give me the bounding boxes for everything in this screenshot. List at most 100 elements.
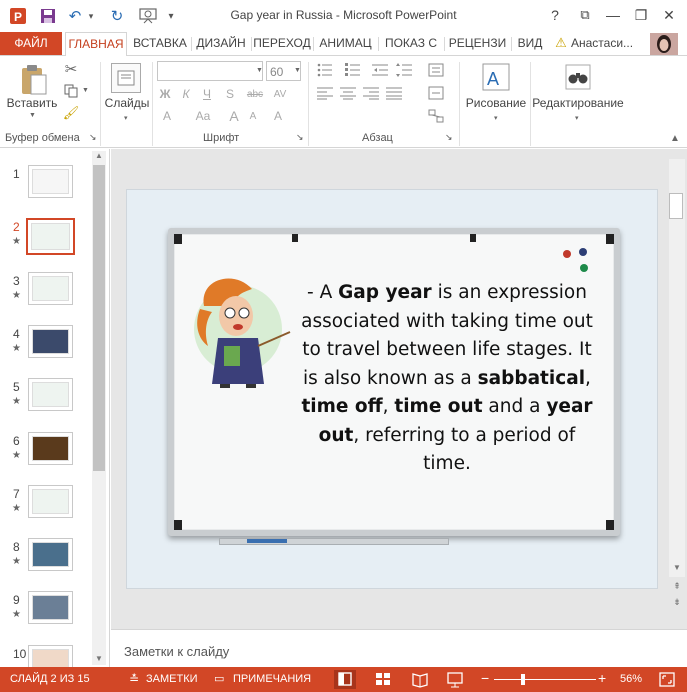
chevron-down-icon[interactable]: ▼ <box>294 67 301 74</box>
help-icon[interactable]: ? <box>542 4 568 26</box>
tab-view[interactable]: ВИД <box>512 32 548 55</box>
text-color-button[interactable]: A <box>157 108 177 124</box>
justify-icon[interactable] <box>386 85 402 101</box>
grow-font-button[interactable]: A <box>226 108 242 124</box>
slide-thumbnail[interactable] <box>28 591 73 625</box>
fit-to-window-icon[interactable] <box>658 671 676 688</box>
align-center-icon[interactable] <box>340 85 356 101</box>
tab-home[interactable]: ГЛАВНАЯ <box>65 32 127 56</box>
tab-slideshow[interactable]: ПОКАЗ С <box>379 32 443 55</box>
char-spacing-button[interactable]: AV <box>270 86 290 102</box>
shrink-font-button[interactable]: A <box>245 108 261 124</box>
notes-pane[interactable]: Заметки к слайду <box>111 629 687 667</box>
chevron-down-icon[interactable]: ▼ <box>256 67 263 74</box>
tab-insert[interactable]: ВСТАВКА <box>130 32 190 55</box>
line-spacing-icon[interactable] <box>396 62 412 78</box>
zoom-slider-handle[interactable] <box>520 674 525 685</box>
shapes-icon[interactable]: A <box>480 61 512 93</box>
slide-thumbnail[interactable] <box>28 484 73 518</box>
reading-view-icon[interactable] <box>411 670 429 689</box>
chevron-down-icon[interactable]: ▾ <box>575 114 579 122</box>
ribbon-display-icon[interactable]: ⧉ <box>572 4 598 26</box>
notes-icon[interactable]: ≛ <box>129 672 139 686</box>
chevron-down-icon[interactable]: ▾ <box>494 114 498 122</box>
close-icon[interactable]: ✕ <box>656 4 682 26</box>
slides-button[interactable]: Слайды <box>102 96 152 110</box>
slide-thumbnail[interactable] <box>28 378 73 412</box>
slide-text-end: , referring to a period of time. <box>353 424 576 475</box>
zoom-slider[interactable] <box>494 674 596 685</box>
editing-button[interactable]: Редактирование <box>532 96 624 110</box>
slide-thumbnail[interactable] <box>28 431 73 465</box>
align-right-icon[interactable] <box>363 85 379 101</box>
chevron-down-icon[interactable]: ▼ <box>82 87 89 94</box>
zoom-level[interactable]: 56% <box>620 673 642 685</box>
slide-thumbnail[interactable] <box>28 538 73 572</box>
slide-thumbnail-preview <box>32 169 69 194</box>
slide-text-sep: , <box>382 396 395 417</box>
text-direction-icon[interactable] <box>428 62 444 78</box>
scroll-down-icon[interactable]: ▼ <box>669 563 685 577</box>
scroll-up-icon[interactable]: ▲ <box>92 149 106 163</box>
font-launcher-icon[interactable]: ↘ <box>296 132 304 143</box>
bullets-icon[interactable] <box>317 62 333 78</box>
comments-button[interactable]: ПРИМЕЧАНИЯ <box>233 673 311 685</box>
underline-button[interactable]: Ч <box>199 86 215 102</box>
binoculars-icon[interactable] <box>563 62 593 92</box>
slide-body-text[interactable]: - A Gap year is an expression associated… <box>292 279 602 479</box>
zoom-out-button[interactable]: − <box>481 670 489 686</box>
slide-thumbnail[interactable] <box>26 218 75 256</box>
slides-scroll-thumb[interactable] <box>93 165 105 471</box>
copy-icon[interactable] <box>63 83 79 99</box>
restore-icon[interactable]: ❐ <box>628 4 654 26</box>
slide-thumbnail[interactable] <box>28 271 73 305</box>
marker <box>247 539 287 543</box>
slideshow-view-icon[interactable] <box>446 670 464 689</box>
align-text-icon[interactable] <box>428 85 444 101</box>
paste-icon[interactable] <box>20 64 48 96</box>
paragraph-launcher-icon[interactable]: ↘ <box>445 132 453 143</box>
collapse-ribbon-icon[interactable]: ▲ <box>667 130 683 146</box>
tab-transitions[interactable]: ПЕРЕХОД <box>252 32 312 55</box>
slide-thumbnail[interactable] <box>28 165 73 198</box>
bold-button[interactable]: Ж <box>157 86 173 102</box>
comments-icon[interactable]: ▭ <box>214 672 224 685</box>
font-name-input[interactable] <box>157 61 263 81</box>
decrease-indent-icon[interactable] <box>372 62 388 78</box>
avatar[interactable] <box>650 33 678 55</box>
strikethrough-button[interactable]: abc <box>245 86 265 102</box>
scissors-icon[interactable]: ✂ <box>63 61 79 78</box>
clipboard-launcher-icon[interactable]: ↘ <box>89 132 97 143</box>
tab-file[interactable]: ФАЙЛ <box>0 32 62 55</box>
normal-view-icon[interactable] <box>334 670 356 689</box>
format-painter-icon[interactable]: 🖌 <box>63 105 80 121</box>
user-name[interactable]: Анастаси... <box>571 32 637 55</box>
paste-button[interactable]: Вставить <box>6 96 58 110</box>
slide-canvas[interactable]: - A Gap year is an expression associated… <box>126 189 658 589</box>
slide-sorter-icon[interactable] <box>374 670 392 689</box>
clear-formatting-button[interactable]: A <box>270 108 286 124</box>
chevron-down-icon[interactable]: ▾ <box>124 114 128 122</box>
drawing-button[interactable]: Рисование <box>462 96 530 110</box>
zoom-in-button[interactable]: + <box>598 670 606 686</box>
notes-button[interactable]: ЗАМЕТКИ <box>146 673 198 685</box>
slide-thumbnail[interactable] <box>28 324 73 358</box>
shadow-button[interactable]: S <box>222 86 238 102</box>
scroll-down-icon[interactable]: ▼ <box>92 652 106 666</box>
smartart-icon[interactable] <box>428 108 444 124</box>
change-case-button[interactable]: Aa <box>193 108 213 124</box>
numbering-icon[interactable] <box>345 62 361 78</box>
new-slide-icon[interactable] <box>111 63 141 93</box>
animation-star-icon: ★ <box>12 236 21 248</box>
chevron-down-icon[interactable]: ▼ <box>29 112 36 119</box>
align-left-icon[interactable] <box>317 85 333 101</box>
tab-animations[interactable]: АНИМАЦ <box>314 32 377 55</box>
previous-slide-icon[interactable]: ⇞ <box>669 581 685 595</box>
tab-review[interactable]: РЕЦЕНЗИ <box>445 32 510 55</box>
editor-scrollbar[interactable] <box>669 159 685 577</box>
editor-scroll-thumb[interactable] <box>669 193 683 219</box>
minimize-icon[interactable]: — <box>600 4 626 26</box>
next-slide-icon[interactable]: ⇟ <box>669 597 685 611</box>
italic-button[interactable]: К <box>178 86 194 102</box>
tab-design[interactable]: ДИЗАЙН <box>192 32 250 55</box>
